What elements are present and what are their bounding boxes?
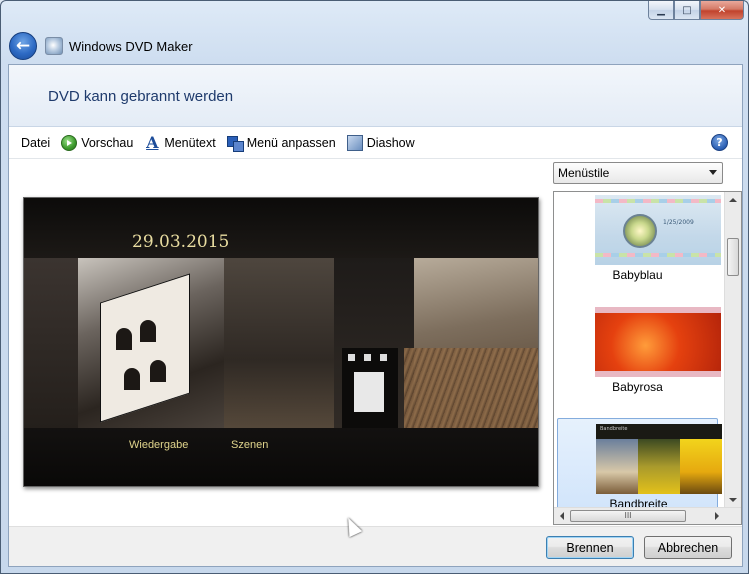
- horizontal-scroll-thumb[interactable]: III: [570, 510, 686, 522]
- style-item-babyrosa[interactable]: Babyrosa: [557, 302, 721, 406]
- style-label: Babyrosa: [612, 380, 663, 394]
- style-thumbnail: 1/25/2009: [595, 195, 721, 265]
- toolbar-preview-label: Vorschau: [81, 135, 134, 150]
- window-title: Windows DVD Maker: [69, 38, 193, 54]
- thumbnail-segment: [680, 439, 722, 494]
- preview-window: [124, 368, 140, 390]
- wizard-footer: Brennen Abbrechen: [9, 526, 742, 566]
- preview-window: [116, 328, 132, 350]
- toolbar-menu-text-label: Menütext: [164, 135, 216, 150]
- dvd-maker-window: ▁ □ ✕ ← Windows DVD Maker DVD kann gebra…: [0, 0, 749, 574]
- back-button[interactable]: ←: [9, 32, 37, 60]
- customize-icon: [226, 135, 244, 152]
- thumbnail-segment: [638, 439, 680, 494]
- chevron-down-icon: [709, 170, 717, 175]
- preview-scenes-link[interactable]: Szenen: [231, 439, 268, 451]
- thumbnail-stripe: [595, 199, 721, 203]
- preview-play-link[interactable]: Wiedergabe: [129, 439, 188, 451]
- preview-image-strip: [24, 258, 78, 428]
- help-icon[interactable]: ?: [711, 134, 728, 151]
- menu-preview: 29.03.2015 Wiedergabe Szenen: [23, 197, 539, 487]
- thumbnail-bar: [595, 307, 721, 313]
- preview-tray-image: [404, 348, 538, 428]
- toolbar-customize-menu-button[interactable]: Menü anpassen: [226, 135, 336, 152]
- scroll-left-icon[interactable]: [560, 512, 564, 520]
- preview-filmstrip: [342, 348, 398, 428]
- toolbar-file-label: Datei: [21, 135, 51, 150]
- thumbnail-caption: Bandbreite: [600, 426, 628, 432]
- play-icon: [61, 134, 78, 151]
- wizard-client-area: DVD kann gebrannt werden Datei Vorschau …: [8, 64, 743, 567]
- film-hole: [348, 354, 355, 361]
- thumbnail-bar: [595, 371, 721, 377]
- slideshow-icon: [346, 134, 363, 151]
- preview-menu-title: 29.03.2015: [132, 232, 230, 252]
- style-item-babyblau[interactable]: 1/25/2009 Babyblau: [557, 192, 721, 294]
- caption-buttons: ▁ □ ✕: [648, 1, 744, 20]
- toolbar-preview-button[interactable]: Vorschau: [61, 134, 134, 151]
- page-title: DVD kann gebrannt werden: [48, 88, 234, 105]
- styles-horizontal-scrollbar[interactable]: III: [554, 507, 741, 524]
- dvd-maker-app-icon: [45, 37, 63, 55]
- toolbar-menu-text-button[interactable]: A Menütext: [144, 132, 216, 152]
- toolbar: Datei Vorschau A Menütext Menü anpassen …: [9, 127, 742, 159]
- back-arrow-icon: ←: [15, 36, 31, 56]
- preview-building: [100, 273, 190, 423]
- menu-styles-dropdown[interactable]: Menüstile: [553, 162, 723, 184]
- scroll-down-icon[interactable]: [729, 498, 737, 502]
- scroll-up-icon[interactable]: [729, 198, 737, 202]
- thumbnail-photo-circle: [623, 214, 657, 248]
- preview-window: [150, 360, 166, 382]
- minimize-button[interactable]: ▁: [648, 1, 674, 20]
- film-frame: [354, 372, 384, 412]
- preview-bottom-band: [24, 428, 538, 486]
- preview-window: [140, 320, 156, 342]
- style-thumbnail: Bandbreite: [596, 424, 722, 494]
- film-hole: [380, 354, 387, 361]
- style-label: Babyblau: [612, 268, 663, 282]
- preview-image-strip: [224, 258, 334, 428]
- menu-styles-dropdown-value: Menüstile: [558, 166, 610, 180]
- style-thumbnail: [595, 307, 721, 377]
- vertical-scroll-thumb[interactable]: [727, 238, 739, 276]
- thumbnail-segment: [596, 439, 638, 494]
- toolbar-slideshow-button[interactable]: Diashow: [346, 134, 415, 151]
- styles-vertical-scrollbar[interactable]: [724, 192, 741, 508]
- preview-top-band: [24, 198, 538, 258]
- maximize-button[interactable]: □: [674, 1, 700, 20]
- thumbnail-stripe: [595, 253, 721, 257]
- title-bar: ← Windows DVD Maker: [9, 31, 609, 61]
- text-icon: A: [146, 132, 159, 152]
- toolbar-slideshow-label: Diashow: [366, 135, 415, 150]
- preview-image-strip: [78, 258, 224, 428]
- thumbnail-date: 1/25/2009: [663, 219, 694, 226]
- content-area: 29.03.2015 Wiedergabe Szenen Menüstile 1…: [9, 160, 742, 526]
- burn-button[interactable]: Brennen: [546, 536, 634, 559]
- scroll-right-icon[interactable]: [715, 512, 719, 520]
- wizard-header: DVD kann gebrannt werden: [9, 65, 742, 127]
- film-hole: [364, 354, 371, 361]
- toolbar-file-menu[interactable]: Datei: [21, 136, 50, 150]
- close-button[interactable]: ✕: [700, 1, 744, 20]
- cancel-button[interactable]: Abbrechen: [644, 536, 732, 559]
- menu-styles-list: 1/25/2009 Babyblau Babyrosa Bandbreite B…: [553, 191, 742, 525]
- toolbar-customize-label: Menü anpassen: [246, 135, 336, 150]
